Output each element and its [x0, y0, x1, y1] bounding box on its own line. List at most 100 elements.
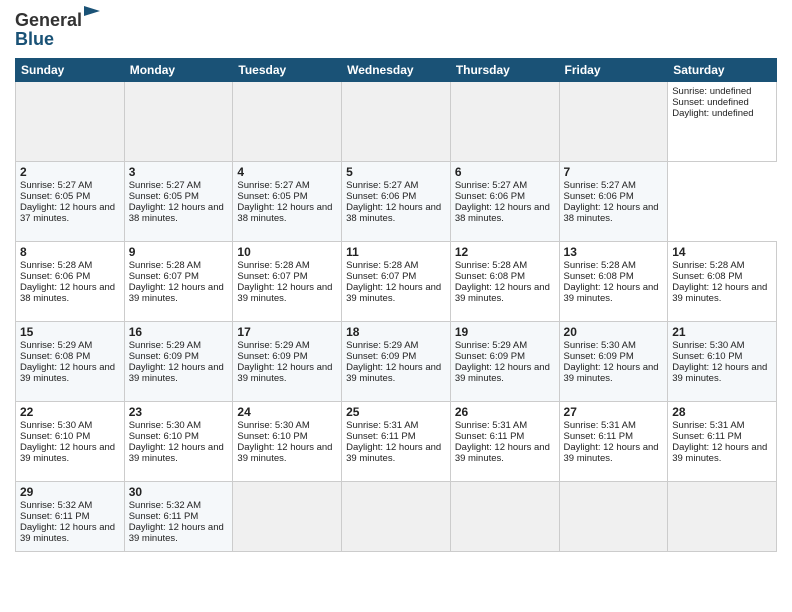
day-number: 28 — [672, 405, 772, 419]
day-cell-21: 21Sunrise: 5:30 AMSunset: 6:10 PMDayligh… — [668, 322, 777, 402]
sunset-label: Sunset: 6:09 PM — [346, 351, 416, 362]
sunrise-label: Sunrise: 5:28 AM — [20, 260, 92, 271]
daylight-label: Daylight: undefined — [672, 108, 753, 119]
day-cell-15: 15Sunrise: 5:29 AMSunset: 6:08 PMDayligh… — [16, 322, 125, 402]
empty-cell — [124, 82, 233, 162]
day-number: 27 — [564, 405, 664, 419]
day-number: 4 — [237, 165, 337, 179]
daylight-label: Daylight: 12 hours and 39 minutes. — [455, 282, 550, 304]
day-cell-12: 12Sunrise: 5:28 AMSunset: 6:08 PMDayligh… — [450, 242, 559, 322]
logo-flag-icon — [82, 6, 100, 20]
day-cell-24: 24Sunrise: 5:30 AMSunset: 6:10 PMDayligh… — [233, 402, 342, 482]
day-cell-4: 4Sunrise: 5:27 AMSunset: 6:05 PMDaylight… — [233, 162, 342, 242]
day-number: 12 — [455, 245, 555, 259]
day-header-saturday: Saturday — [668, 59, 777, 82]
sunrise-label: Sunrise: 5:28 AM — [346, 260, 418, 271]
sunset-label: Sunset: 6:05 PM — [237, 191, 307, 202]
sunrise-label: Sunrise: 5:28 AM — [564, 260, 636, 271]
sunrise-label: Sunrise: 5:27 AM — [20, 180, 92, 191]
daylight-label: Daylight: 12 hours and 38 minutes. — [237, 202, 332, 224]
day-cell-19: 19Sunrise: 5:29 AMSunset: 6:09 PMDayligh… — [450, 322, 559, 402]
empty-cell — [450, 482, 559, 552]
day-cell-14: 14Sunrise: 5:28 AMSunset: 6:08 PMDayligh… — [668, 242, 777, 322]
daylight-label: Daylight: 12 hours and 38 minutes. — [20, 282, 115, 304]
day-number: 19 — [455, 325, 555, 339]
sunset-label: Sunset: 6:08 PM — [564, 271, 634, 282]
sunrise-label: Sunrise: 5:27 AM — [346, 180, 418, 191]
sunrise-label: Sunrise: 5:28 AM — [455, 260, 527, 271]
day-cell-22: 22Sunrise: 5:30 AMSunset: 6:10 PMDayligh… — [16, 402, 125, 482]
day-number: 3 — [129, 165, 229, 179]
sunset-label: Sunset: 6:11 PM — [20, 511, 90, 522]
day-number: 7 — [564, 165, 664, 179]
sunset-label: Sunset: 6:09 PM — [129, 351, 199, 362]
sunset-label: Sunset: 6:07 PM — [346, 271, 416, 282]
day-number: 8 — [20, 245, 120, 259]
sunset-label: Sunset: 6:09 PM — [237, 351, 307, 362]
day-number: 26 — [455, 405, 555, 419]
day-cell-10: 10Sunrise: 5:28 AMSunset: 6:07 PMDayligh… — [233, 242, 342, 322]
day-number: 10 — [237, 245, 337, 259]
logo-general: General — [15, 10, 82, 30]
sunrise-label: Sunrise: 5:31 AM — [672, 420, 744, 431]
sunrise-label: Sunrise: 5:27 AM — [237, 180, 309, 191]
day-cell-27: 27Sunrise: 5:31 AMSunset: 6:11 PMDayligh… — [559, 402, 668, 482]
header: General Blue — [15, 10, 777, 50]
day-number: 9 — [129, 245, 229, 259]
day-header-friday: Friday — [559, 59, 668, 82]
calendar-table: SundayMondayTuesdayWednesdayThursdayFrid… — [15, 58, 777, 552]
day-number: 14 — [672, 245, 772, 259]
sunset-label: Sunset: 6:06 PM — [564, 191, 634, 202]
sunrise-label: Sunrise: 5:27 AM — [564, 180, 636, 191]
sunset-label: Sunset: 6:11 PM — [564, 431, 634, 442]
empty-cell — [342, 482, 451, 552]
daylight-label: Daylight: 12 hours and 37 minutes. — [20, 202, 115, 224]
day-number: 11 — [346, 245, 446, 259]
sunset-label: Sunset: 6:06 PM — [20, 271, 90, 282]
day-header-wednesday: Wednesday — [342, 59, 451, 82]
sunrise-label: Sunrise: 5:29 AM — [129, 340, 201, 351]
sunrise-label: Sunrise: 5:31 AM — [564, 420, 636, 431]
sunset-label: Sunset: undefined — [672, 97, 749, 108]
day-number: 25 — [346, 405, 446, 419]
day-cell-28: 28Sunrise: 5:31 AMSunset: 6:11 PMDayligh… — [668, 402, 777, 482]
daylight-label: Daylight: 12 hours and 39 minutes. — [237, 442, 332, 464]
daylight-label: Daylight: 12 hours and 39 minutes. — [346, 282, 441, 304]
sunrise-label: Sunrise: 5:30 AM — [237, 420, 309, 431]
empty-cell — [450, 82, 559, 162]
daylight-label: Daylight: 12 hours and 38 minutes. — [346, 202, 441, 224]
daylight-label: Daylight: 12 hours and 39 minutes. — [455, 442, 550, 464]
day-cell-26: 26Sunrise: 5:31 AMSunset: 6:11 PMDayligh… — [450, 402, 559, 482]
empty-cell — [233, 82, 342, 162]
day-cell-8: 8Sunrise: 5:28 AMSunset: 6:06 PMDaylight… — [16, 242, 125, 322]
sunrise-label: Sunrise: 5:31 AM — [455, 420, 527, 431]
day-number: 30 — [129, 485, 229, 499]
day-number: 2 — [20, 165, 120, 179]
empty-cell — [16, 82, 125, 162]
sunset-label: Sunset: 6:11 PM — [455, 431, 525, 442]
day-header-sunday: Sunday — [16, 59, 125, 82]
sunset-label: Sunset: 6:06 PM — [455, 191, 525, 202]
day-number: 6 — [455, 165, 555, 179]
day-cell-7: 7Sunrise: 5:27 AMSunset: 6:06 PMDaylight… — [559, 162, 668, 242]
empty-cell — [559, 482, 668, 552]
sunrise-label: Sunrise: 5:30 AM — [672, 340, 744, 351]
sunrise-label: Sunrise: 5:32 AM — [20, 500, 92, 511]
sunset-label: Sunset: 6:05 PM — [129, 191, 199, 202]
daylight-label: Daylight: 12 hours and 38 minutes. — [455, 202, 550, 224]
day-cell-18: 18Sunrise: 5:29 AMSunset: 6:09 PMDayligh… — [342, 322, 451, 402]
sunrise-label: Sunrise: 5:28 AM — [237, 260, 309, 271]
empty-cell — [233, 482, 342, 552]
sunrise-label: Sunrise: 5:30 AM — [129, 420, 201, 431]
day-cell-23: 23Sunrise: 5:30 AMSunset: 6:10 PMDayligh… — [124, 402, 233, 482]
daylight-label: Daylight: 12 hours and 39 minutes. — [564, 282, 659, 304]
daylight-label: Daylight: 12 hours and 39 minutes. — [564, 362, 659, 384]
day-number: 21 — [672, 325, 772, 339]
day-cell-30: 30Sunrise: 5:32 AMSunset: 6:11 PMDayligh… — [124, 482, 233, 552]
sunset-label: Sunset: 6:05 PM — [20, 191, 90, 202]
empty-cell — [559, 82, 668, 162]
logo-blue: Blue — [15, 29, 54, 50]
day-header-thursday: Thursday — [450, 59, 559, 82]
daylight-label: Daylight: 12 hours and 38 minutes. — [564, 202, 659, 224]
day-cell-9: 9Sunrise: 5:28 AMSunset: 6:07 PMDaylight… — [124, 242, 233, 322]
